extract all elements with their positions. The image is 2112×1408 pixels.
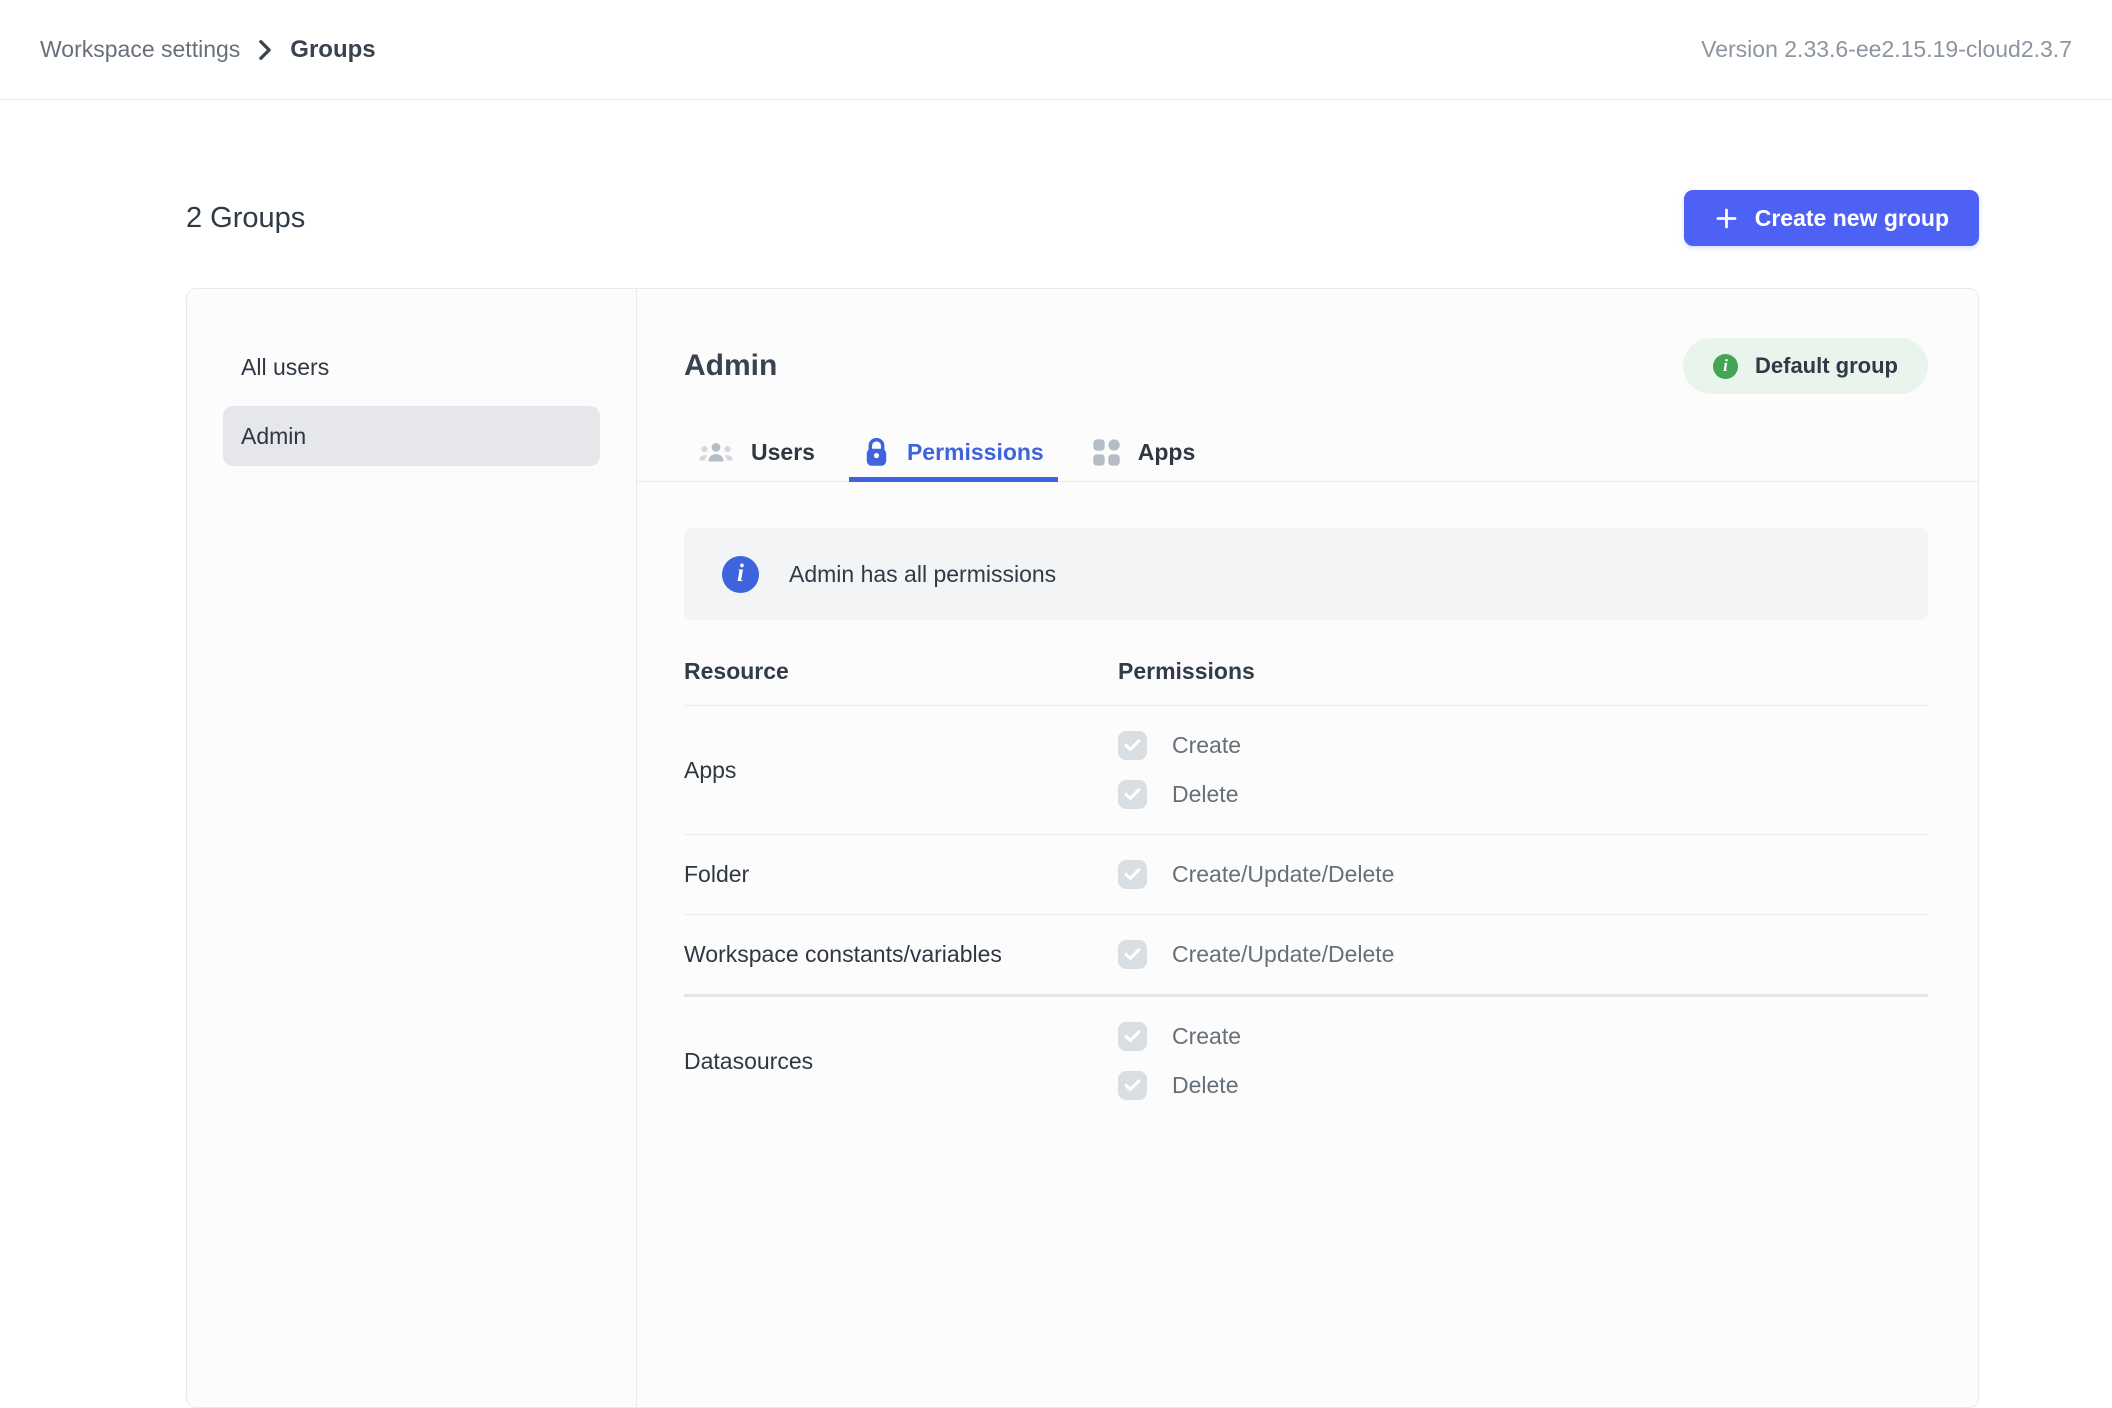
create-new-group-label: Create new group [1755,205,1949,232]
group-tabs: Users Permissions Apps [637,423,1978,482]
info-banner: i Admin has all permissions [684,528,1928,620]
permission-option-create: Create [1118,731,1241,760]
chevron-right-icon [258,39,272,61]
permission-row-workspace-constants-variables: Workspace constants/variables Create/Upda… [684,915,1928,997]
breadcrumb: Workspace settings Groups [40,36,376,64]
plus-icon [1714,206,1739,231]
breadcrumb-workspace-settings[interactable]: Workspace settings [40,36,240,63]
tab-label: Permissions [907,439,1044,466]
users-icon [698,439,734,466]
version-label: Version 2.33.6-ee2.15.19-cloud2.3.7 [1701,36,2072,63]
permission-label: Delete [1172,1072,1238,1099]
group-detail-panel: Admin i Default group Users Permissions Ap… [637,289,1978,1407]
permission-label: Create/Update/Delete [1172,861,1394,888]
info-banner-text: Admin has all permissions [789,561,1056,588]
groups-toolbar: 2 Groups Create new group [186,190,1979,246]
default-group-badge-label: Default group [1755,353,1898,379]
permission-label: Create [1172,1023,1241,1050]
group-title: Admin [684,349,777,383]
permission-checkbox[interactable] [1118,860,1147,889]
permission-checkbox[interactable] [1118,940,1147,969]
group-list-sidebar: All users Admin [187,289,637,1407]
sidebar-item-label: Admin [241,423,306,450]
permission-checkbox[interactable] [1118,1022,1147,1051]
resource-name: Folder [684,861,1118,888]
permissions-table: Resource Permissions Apps Create Delete Fol… [684,658,1928,1125]
resource-name: Apps [684,757,1118,784]
resource-name: Workspace constants/variables [684,941,1118,968]
column-header-resource: Resource [684,658,1118,685]
permissions-table-header: Resource Permissions [684,658,1928,706]
resource-name: Datasources [684,1048,1118,1075]
permissions-cell: Create/Update/Delete [1118,940,1394,969]
permissions-cell: Create Delete [1118,1022,1241,1100]
permission-label: Create [1172,732,1241,759]
permission-label: Create/Update/Delete [1172,941,1394,968]
create-new-group-button[interactable]: Create new group [1684,190,1979,246]
sidebar-item-label: All users [241,354,329,381]
column-header-permissions: Permissions [1118,658,1255,685]
sidebar-item-all-users[interactable]: All users [223,337,600,397]
info-circle-blue-icon: i [722,556,759,593]
permissions-cell: Create/Update/Delete [1118,860,1394,889]
permission-row-folder: Folder Create/Update/Delete [684,835,1928,915]
permission-option-create-update-delete: Create/Update/Delete [1118,940,1394,969]
permission-label: Delete [1172,781,1238,808]
permission-row-apps: Apps Create Delete [684,706,1928,835]
permission-option-delete: Delete [1118,1071,1241,1100]
permission-checkbox[interactable] [1118,1071,1147,1100]
top-header: Workspace settings Groups Version 2.33.6… [0,0,2112,100]
permission-checkbox[interactable] [1118,731,1147,760]
info-circle-green-icon: i [1713,354,1738,379]
groups-count: 2 Groups [186,202,305,235]
permission-option-delete: Delete [1118,780,1241,809]
tab-apps[interactable]: Apps [1078,423,1210,481]
permission-checkbox[interactable] [1118,780,1147,809]
tab-label: Apps [1138,439,1196,466]
apps-grid-icon [1092,438,1121,467]
permission-row-datasources: Datasources Create Delete [684,997,1928,1125]
default-group-badge: i Default group [1683,338,1928,394]
groups-card: All users Admin Admin i Default group Use… [186,288,1979,1408]
tab-users[interactable]: Users [684,423,829,481]
sidebar-item-admin[interactable]: Admin [223,406,600,466]
tab-permissions[interactable]: Permissions [849,423,1058,481]
lock-icon [863,437,890,467]
permission-option-create-update-delete: Create/Update/Delete [1118,860,1394,889]
permissions-cell: Create Delete [1118,731,1241,809]
tab-label: Users [751,439,815,466]
breadcrumb-current-groups: Groups [290,36,375,64]
permission-option-create: Create [1118,1022,1241,1051]
